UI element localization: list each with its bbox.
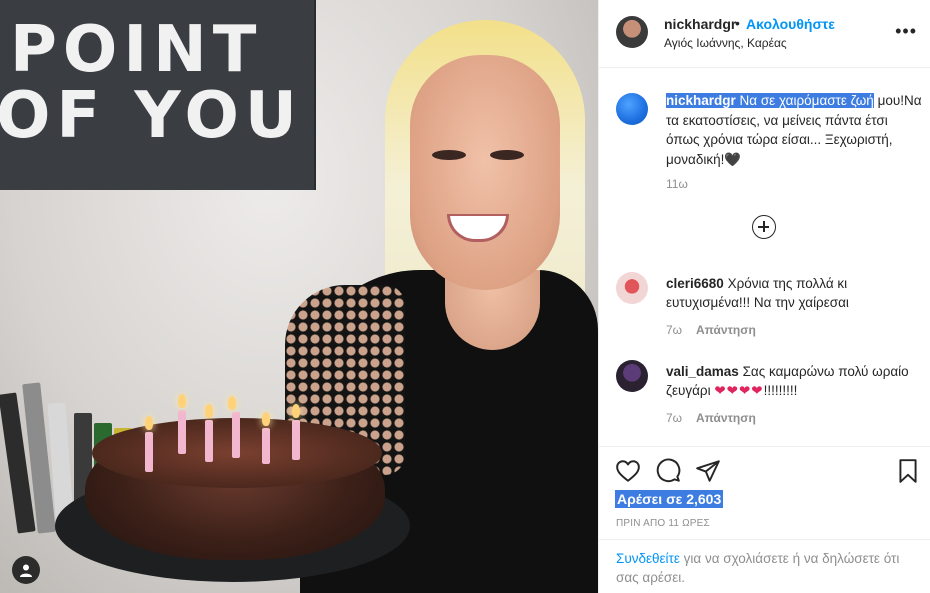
login-text: Συνδεθείτε για να σχολιάσετε ή να δηλώσε… <box>616 550 916 587</box>
follow-button[interactable]: Ακολουθήστε <box>746 16 835 32</box>
share-icon[interactable] <box>695 458 721 484</box>
more-options-icon[interactable]: ••• <box>895 22 917 40</box>
author-avatar[interactable] <box>616 16 648 48</box>
author-username[interactable]: nickhardgr <box>664 16 736 32</box>
person-face <box>410 55 560 290</box>
heart-emojis: ❤❤❤❤ <box>714 383 764 398</box>
candle-flame <box>178 394 186 408</box>
comment-username[interactable]: vali_damas <box>666 364 739 379</box>
person-eye-left <box>432 150 466 160</box>
user-icon <box>20 564 32 577</box>
candle <box>292 420 300 460</box>
comment-exclamations: !!!!!!!!! <box>763 383 798 398</box>
post-actions: Αρέσει σε 2,603 ΠΡΙΝ ΑΠΟ 11 ΩΡΕΣ Συνδεθε… <box>599 446 930 593</box>
login-link[interactable]: Συνδεθείτε <box>616 551 680 566</box>
sign-text-line1: POINT <box>10 13 263 87</box>
caption-highlighted-text: Να σε χαιρόμαστε ζωή <box>739 93 874 108</box>
comment-icon[interactable] <box>655 458 681 484</box>
heart-icon[interactable] <box>615 458 641 484</box>
candle-flame <box>262 412 270 426</box>
post-location[interactable]: Αγιός Ιωάννης, Καρέας <box>664 36 787 50</box>
caption-timestamp: 11ω <box>666 177 688 191</box>
comment-username[interactable]: cleri6680 <box>666 276 724 291</box>
post-timestamp[interactable]: ΠΡΙΝ ΑΠΟ 11 ΩΡΕΣ <box>616 518 710 529</box>
candle-flame <box>205 404 213 418</box>
reply-button[interactable]: Απάντηση <box>696 323 756 337</box>
reply-button[interactable]: Απάντηση <box>696 411 756 425</box>
wall-sign: POINT OF YOU <box>0 0 316 190</box>
bookmark-icon[interactable] <box>895 458 921 484</box>
tagged-users-button[interactable] <box>12 556 40 584</box>
candle <box>145 432 153 472</box>
sign-text-line2: OF YOU <box>0 79 303 153</box>
login-prompt: Συνδεθείτε για να σχολιάσετε ή να δηλώσε… <box>599 539 930 593</box>
caption-avatar[interactable] <box>616 93 648 125</box>
comment-text: cleri6680 Χρόνια της πολλά κι ευτυχισμέν… <box>666 274 922 312</box>
commenter-avatar[interactable] <box>616 360 648 392</box>
candle <box>232 412 240 458</box>
post-side-panel: nickhardgr • Ακολουθήστε Αγιός Ιωάννης, … <box>598 0 930 593</box>
separator-dot: • <box>735 15 740 31</box>
post-photo[interactable]: POINT OF YOU <box>0 0 598 593</box>
comment-time: 7ω <box>666 323 683 337</box>
commenter-avatar[interactable] <box>616 272 648 304</box>
candle-flame <box>145 416 153 430</box>
candle <box>262 428 270 464</box>
candle-flame <box>292 404 300 418</box>
load-more-comments-icon[interactable] <box>752 215 776 239</box>
likes-count[interactable]: Αρέσει σε 2,603 <box>615 490 724 508</box>
candle <box>205 420 213 462</box>
comment-text: vali_damas Σας καμαρώνω πολύ ωραίο ζευγά… <box>666 362 922 400</box>
post-header: nickhardgr • Ακολουθήστε Αγιός Ιωάννης, … <box>599 0 930 68</box>
person-eye-right <box>490 150 524 160</box>
candle-flame <box>228 396 236 410</box>
caption-username[interactable]: nickhardgr <box>666 93 736 108</box>
candle <box>178 410 186 454</box>
caption-text: nickhardgr Να σε χαιρόμαστε ζωή μου!Να τ… <box>666 91 922 169</box>
comment-time: 7ω <box>666 411 683 425</box>
